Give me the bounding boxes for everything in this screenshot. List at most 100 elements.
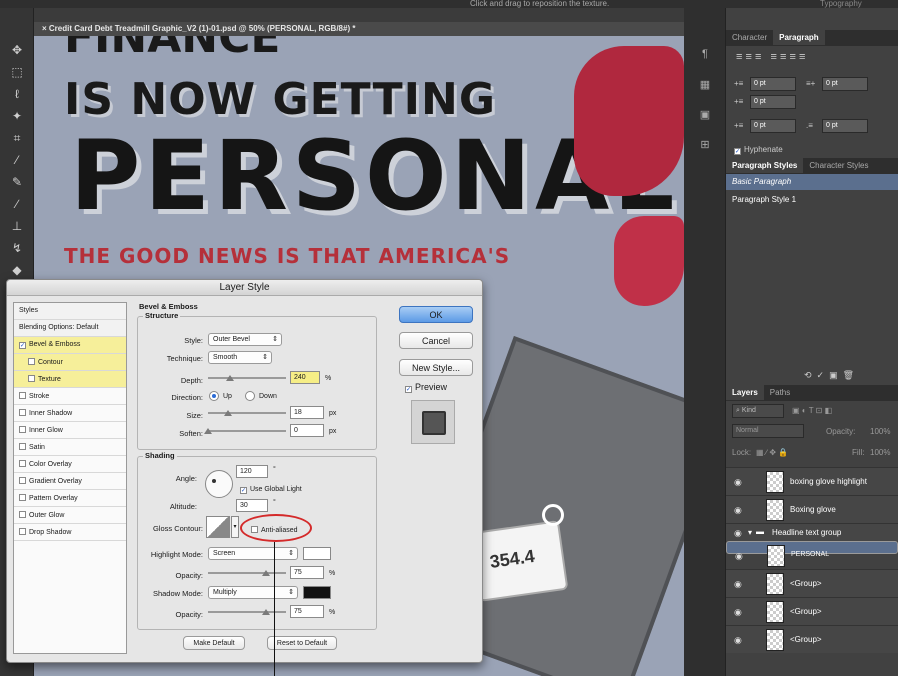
layer-group-row[interactable]: ◉ ▾ ▬ Headline text group: [726, 523, 898, 541]
checkbox-icon[interactable]: [19, 494, 26, 501]
lasso-tool-icon[interactable]: ℓ: [8, 86, 26, 102]
paragraph-styles-footer-icons[interactable]: ⟲ ✓ ▣ 🗑: [804, 370, 854, 381]
eye-icon[interactable]: ◉: [734, 579, 742, 590]
chevron-down-icon[interactable]: ▾: [231, 516, 239, 538]
ok-button[interactable]: OK: [399, 306, 473, 323]
tab-character-styles[interactable]: Character Styles: [803, 158, 874, 173]
style-item-contour[interactable]: Contour: [14, 354, 126, 371]
altitude-field[interactable]: 30: [236, 499, 268, 512]
eyedropper-tool-icon[interactable]: ⁄: [8, 152, 26, 168]
highlight-opacity-field[interactable]: 75: [290, 566, 324, 579]
brush-panel-icon[interactable]: ⊞: [698, 138, 712, 152]
brush-tool-icon[interactable]: ∕: [8, 196, 26, 212]
disclosure-triangle-icon[interactable]: ▾: [748, 528, 752, 537]
fill-value[interactable]: 100%: [870, 448, 890, 457]
space-after-field[interactable]: 0 pt: [822, 119, 868, 133]
hyphenate-checkbox[interactable]: ✓ Hyphenate: [734, 145, 783, 155]
indent-left-field[interactable]: 0 pt: [750, 77, 796, 91]
checkbox-icon[interactable]: [19, 477, 26, 484]
lock-icons[interactable]: ▦ ∕ ✥ 🔒: [756, 448, 788, 457]
style-item-satin[interactable]: Satin: [14, 439, 126, 456]
global-light-checkbox[interactable]: ✓ Use Global Light: [240, 483, 302, 494]
marquee-tool-icon[interactable]: ⬚: [8, 64, 26, 80]
layer-row-selected[interactable]: ◉ PERSONAL: [726, 541, 898, 567]
style-item-color-overlay[interactable]: Color Overlay: [14, 456, 126, 473]
eye-icon[interactable]: ◉: [735, 551, 743, 562]
depth-slider[interactable]: [208, 377, 286, 379]
checkbox-icon[interactable]: [28, 358, 35, 365]
highlight-opacity-knob[interactable]: [262, 570, 270, 576]
highlight-mode-select[interactable]: Screen ⇕: [208, 547, 298, 560]
style-item-inner-glow[interactable]: Inner Glow: [14, 422, 126, 439]
quick-select-tool-icon[interactable]: ✦: [8, 108, 26, 124]
stamp-tool-icon[interactable]: ⊥: [8, 218, 26, 234]
style-item-stroke[interactable]: Stroke: [14, 388, 126, 405]
opacity-value[interactable]: 100%: [870, 427, 890, 436]
style-item-bevel-emboss[interactable]: ✓ Bevel & Emboss: [14, 337, 126, 354]
crop-tool-icon[interactable]: ⌗: [8, 130, 26, 146]
indent-right-field[interactable]: 0 pt: [822, 77, 868, 91]
tab-paths[interactable]: Paths: [764, 385, 796, 400]
checkbox-icon[interactable]: [19, 392, 26, 399]
gloss-contour-preview[interactable]: [206, 516, 230, 538]
checkbox-icon[interactable]: [19, 426, 26, 433]
checkbox-icon[interactable]: [19, 409, 26, 416]
cancel-button[interactable]: Cancel: [399, 332, 473, 349]
direction-up-radio[interactable]: [209, 391, 219, 401]
eye-icon[interactable]: ◉: [734, 477, 742, 488]
preview-checkbox[interactable]: ✓ Preview: [405, 382, 447, 393]
angle-field[interactable]: 120: [236, 465, 268, 478]
checkbox-icon[interactable]: [19, 443, 26, 450]
paragraph-style-1[interactable]: Paragraph Style 1: [726, 192, 898, 208]
history-brush-tool-icon[interactable]: ↯: [8, 240, 26, 256]
tab-layers[interactable]: Layers: [726, 385, 764, 400]
direction-down-radio[interactable]: [245, 391, 255, 401]
technique-select[interactable]: Smooth ⇕: [208, 351, 272, 364]
soften-field[interactable]: 0: [290, 424, 324, 437]
layer-kind-filter[interactable]: ⌕ Kind: [732, 404, 784, 418]
checkbox-icon[interactable]: [28, 375, 35, 382]
style-item-drop-shadow[interactable]: Drop Shadow: [14, 524, 126, 541]
depth-slider-knob[interactable]: [226, 375, 234, 381]
tab-paragraph[interactable]: Paragraph: [773, 30, 825, 45]
healing-tool-icon[interactable]: ✎: [8, 174, 26, 190]
make-default-button[interactable]: Make Default: [183, 636, 245, 650]
move-tool-icon[interactable]: ✥: [8, 42, 26, 58]
highlight-color-swatch[interactable]: [303, 547, 331, 560]
depth-field[interactable]: 240: [290, 371, 320, 384]
size-field[interactable]: 18: [290, 406, 324, 419]
tab-paragraph-styles[interactable]: Paragraph Styles: [726, 158, 804, 173]
blend-mode-select[interactable]: Normal: [732, 424, 804, 438]
style-item-pattern-overlay[interactable]: Pattern Overlay: [14, 490, 126, 507]
soften-slider-knob[interactable]: [204, 428, 212, 434]
shadow-opacity-field[interactable]: 75: [290, 605, 324, 618]
alignment-buttons-icon[interactable]: ≡ ≡ ≡ ≡ ≡ ≡ ≡: [736, 51, 805, 63]
close-icon[interactable]: ×: [42, 24, 49, 33]
bevel-style-select[interactable]: Outer Bevel ⇕: [208, 333, 282, 346]
style-item-inner-shadow[interactable]: Inner Shadow: [14, 405, 126, 422]
styles-panel-icon[interactable]: ▣: [698, 108, 712, 122]
size-slider-knob[interactable]: [224, 410, 232, 416]
checkbox-icon[interactable]: ✓: [19, 342, 26, 349]
paragraph-style-basic[interactable]: Basic Paragraph: [726, 174, 898, 190]
character-panel-icon[interactable]: ¶: [698, 48, 712, 62]
reset-to-default-button[interactable]: Reset to Default: [267, 636, 337, 650]
soften-slider[interactable]: [208, 430, 286, 432]
layer-row[interactable]: ◉ boxing glove highlight: [726, 467, 898, 495]
eraser-tool-icon[interactable]: ◆: [8, 262, 26, 278]
eye-icon[interactable]: ◉: [734, 528, 742, 539]
swatches-panel-icon[interactable]: ▦: [698, 78, 712, 92]
shadow-mode-select[interactable]: Multiply ⇕: [208, 586, 298, 599]
checkbox-icon[interactable]: [19, 528, 26, 535]
style-item-outer-glow[interactable]: Outer Glow: [14, 507, 126, 524]
document-tab[interactable]: × Credit Card Debt Treadmill Graphic_V2 …: [34, 22, 684, 36]
tab-character[interactable]: Character: [726, 30, 773, 45]
space-before-field[interactable]: 0 pt: [750, 119, 796, 133]
layer-row[interactable]: ◉ <Group>: [726, 569, 898, 597]
style-item-texture[interactable]: Texture: [14, 371, 126, 388]
layer-filter-icons[interactable]: ▣ ◐ T ⊡ ◧: [792, 406, 832, 415]
layer-row[interactable]: ◉ Boxing glove: [726, 495, 898, 523]
checkbox-icon[interactable]: [19, 511, 26, 518]
style-item-gradient-overlay[interactable]: Gradient Overlay: [14, 473, 126, 490]
size-slider[interactable]: [208, 412, 286, 414]
